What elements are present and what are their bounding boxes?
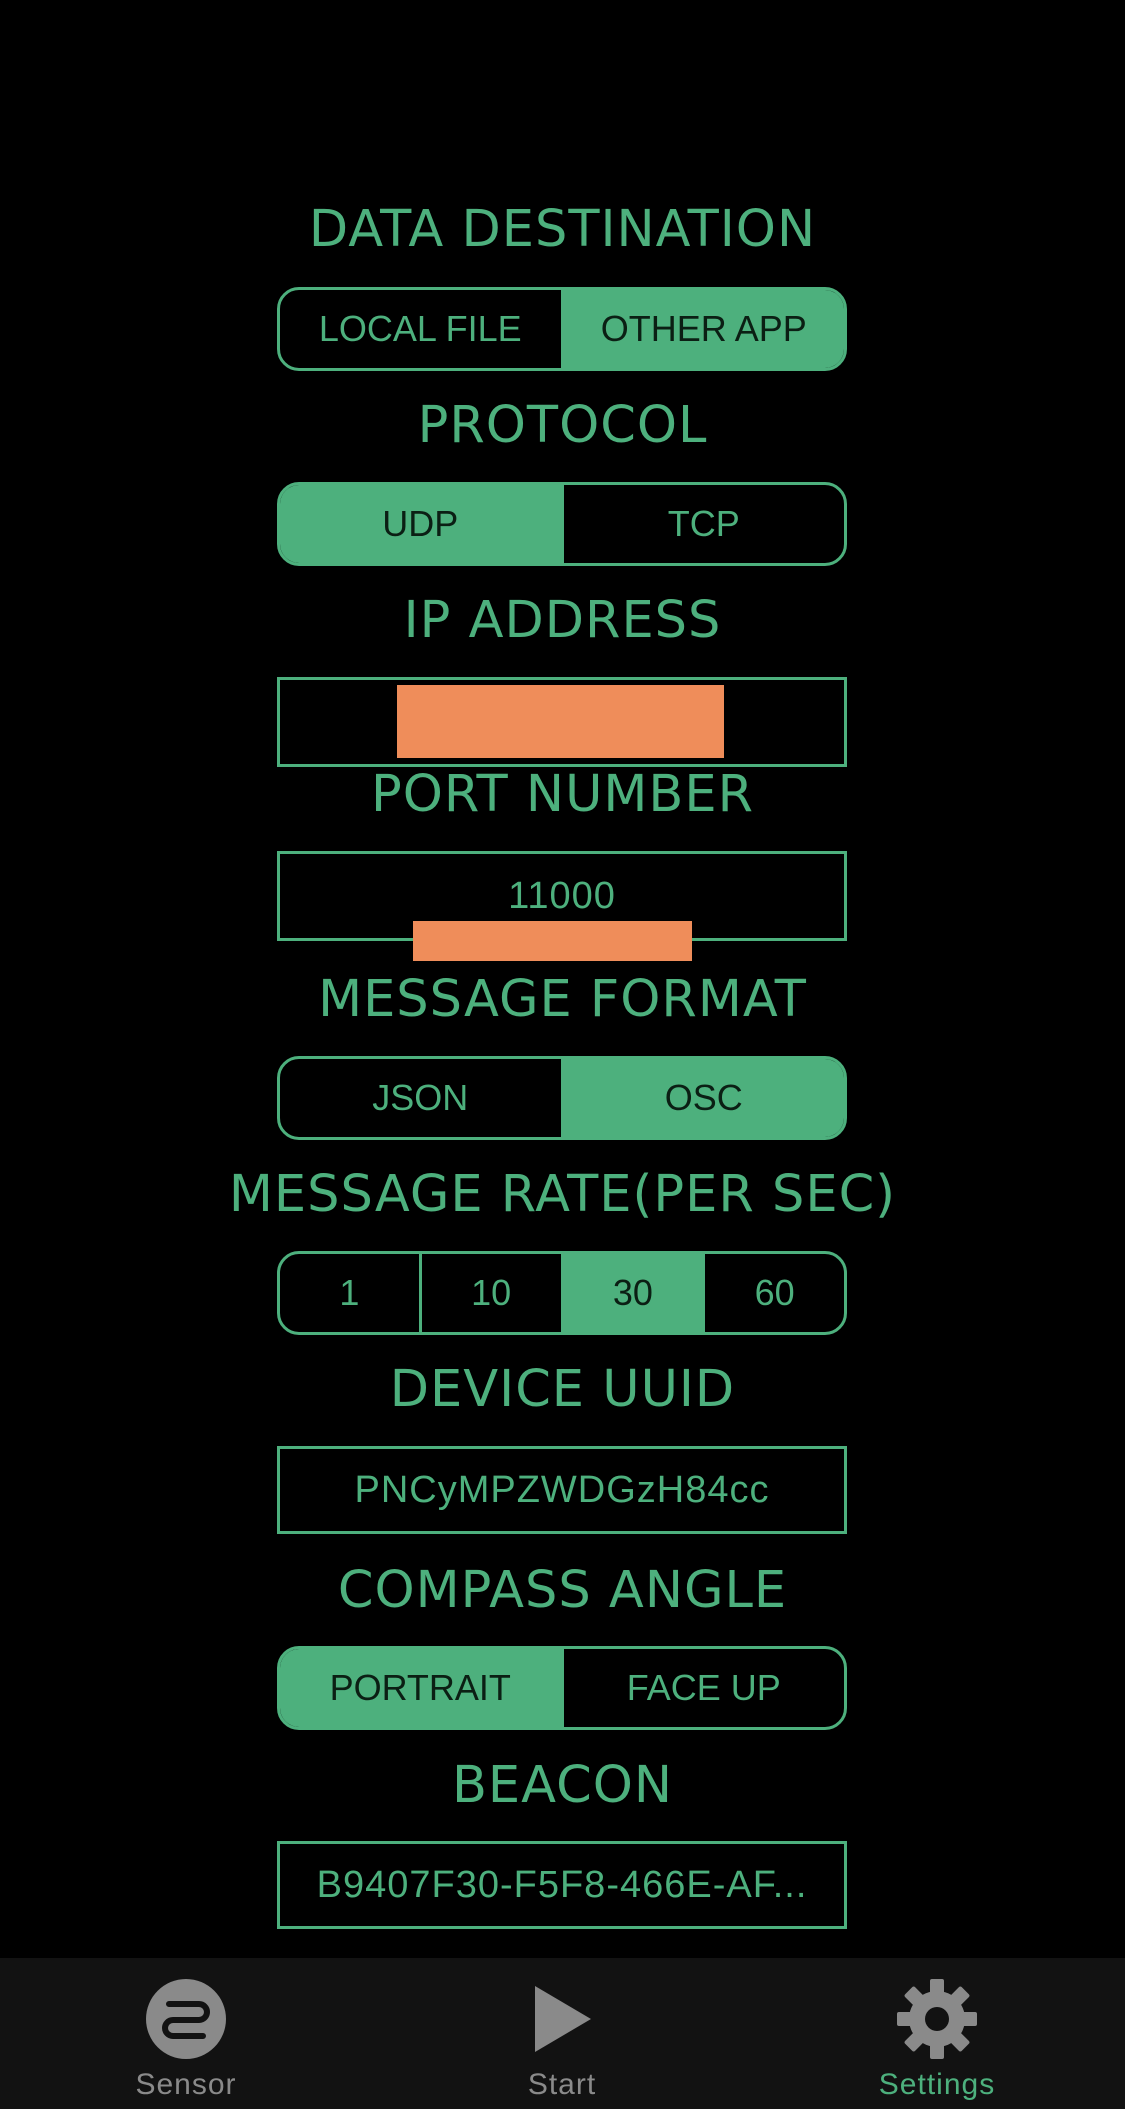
data-destination-local-file-option[interactable]: LOCAL FILE [280, 290, 564, 368]
device-uuid-field[interactable]: PNCyMPZWDGzH84cc [277, 1446, 847, 1534]
protocol-udp-option[interactable]: UDP [280, 485, 564, 563]
message-format-segmented-control: JSON OSC [277, 1056, 847, 1140]
protocol-heading: PROTOCOL [417, 396, 708, 455]
protocol-segmented-control: UDP TCP [277, 482, 847, 566]
compass-angle-heading: COMPASS ANGLE [337, 1561, 788, 1620]
compass-angle-portrait-option[interactable]: PORTRAIT [280, 1649, 564, 1727]
port-number-redaction [413, 921, 692, 961]
tab-sensor-label: Sensor [135, 2068, 237, 2101]
beacon-field[interactable]: B9407F30-F5F8-466E-AF... [277, 1841, 847, 1929]
sensor-icon [143, 1976, 229, 2062]
data-destination-heading: DATA DESTINATION [308, 200, 817, 259]
data-destination-other-app-option[interactable]: OTHER APP [563, 290, 844, 368]
tab-start-label: Start [527, 2068, 597, 2101]
beacon-heading: BEACON [451, 1756, 674, 1815]
port-number-heading: PORT NUMBER [370, 765, 755, 824]
compass-angle-segmented-control: PORTRAIT FACE UP [277, 1646, 847, 1730]
data-destination-segmented-control: LOCAL FILE OTHER APP [277, 287, 847, 371]
settings-screen: DATA DESTINATION LOCAL FILE OTHER APP PR… [0, 0, 1125, 2109]
message-format-heading: MESSAGE FORMAT [318, 970, 807, 1029]
message-rate-1-option[interactable]: 1 [280, 1254, 422, 1332]
tab-bar: Sensor Start Settings [0, 1958, 1125, 2109]
message-rate-10-option[interactable]: 10 [422, 1254, 564, 1332]
message-rate-heading: MESSAGE RATE(PER SEC) [228, 1165, 897, 1224]
message-format-json-option[interactable]: JSON [280, 1059, 564, 1137]
tab-start[interactable]: Start [462, 1958, 662, 2109]
gear-icon [894, 1976, 980, 2062]
message-rate-30-option[interactable]: 30 [563, 1254, 706, 1332]
message-rate-segmented-control: 1 10 30 60 [277, 1251, 847, 1335]
tab-settings-label: Settings [878, 2068, 996, 2101]
compass-angle-face-up-option[interactable]: FACE UP [564, 1649, 845, 1727]
device-uuid-heading: DEVICE UUID [389, 1360, 736, 1419]
play-icon [519, 1976, 605, 2062]
message-format-osc-option[interactable]: OSC [563, 1059, 844, 1137]
tab-settings[interactable]: Settings [837, 1958, 1037, 2109]
message-rate-60-option[interactable]: 60 [705, 1254, 844, 1332]
tab-sensor[interactable]: Sensor [86, 1958, 286, 2109]
protocol-tcp-option[interactable]: TCP [564, 485, 845, 563]
ip-address-heading: IP ADDRESS [403, 591, 722, 650]
ip-address-redaction [397, 685, 724, 758]
